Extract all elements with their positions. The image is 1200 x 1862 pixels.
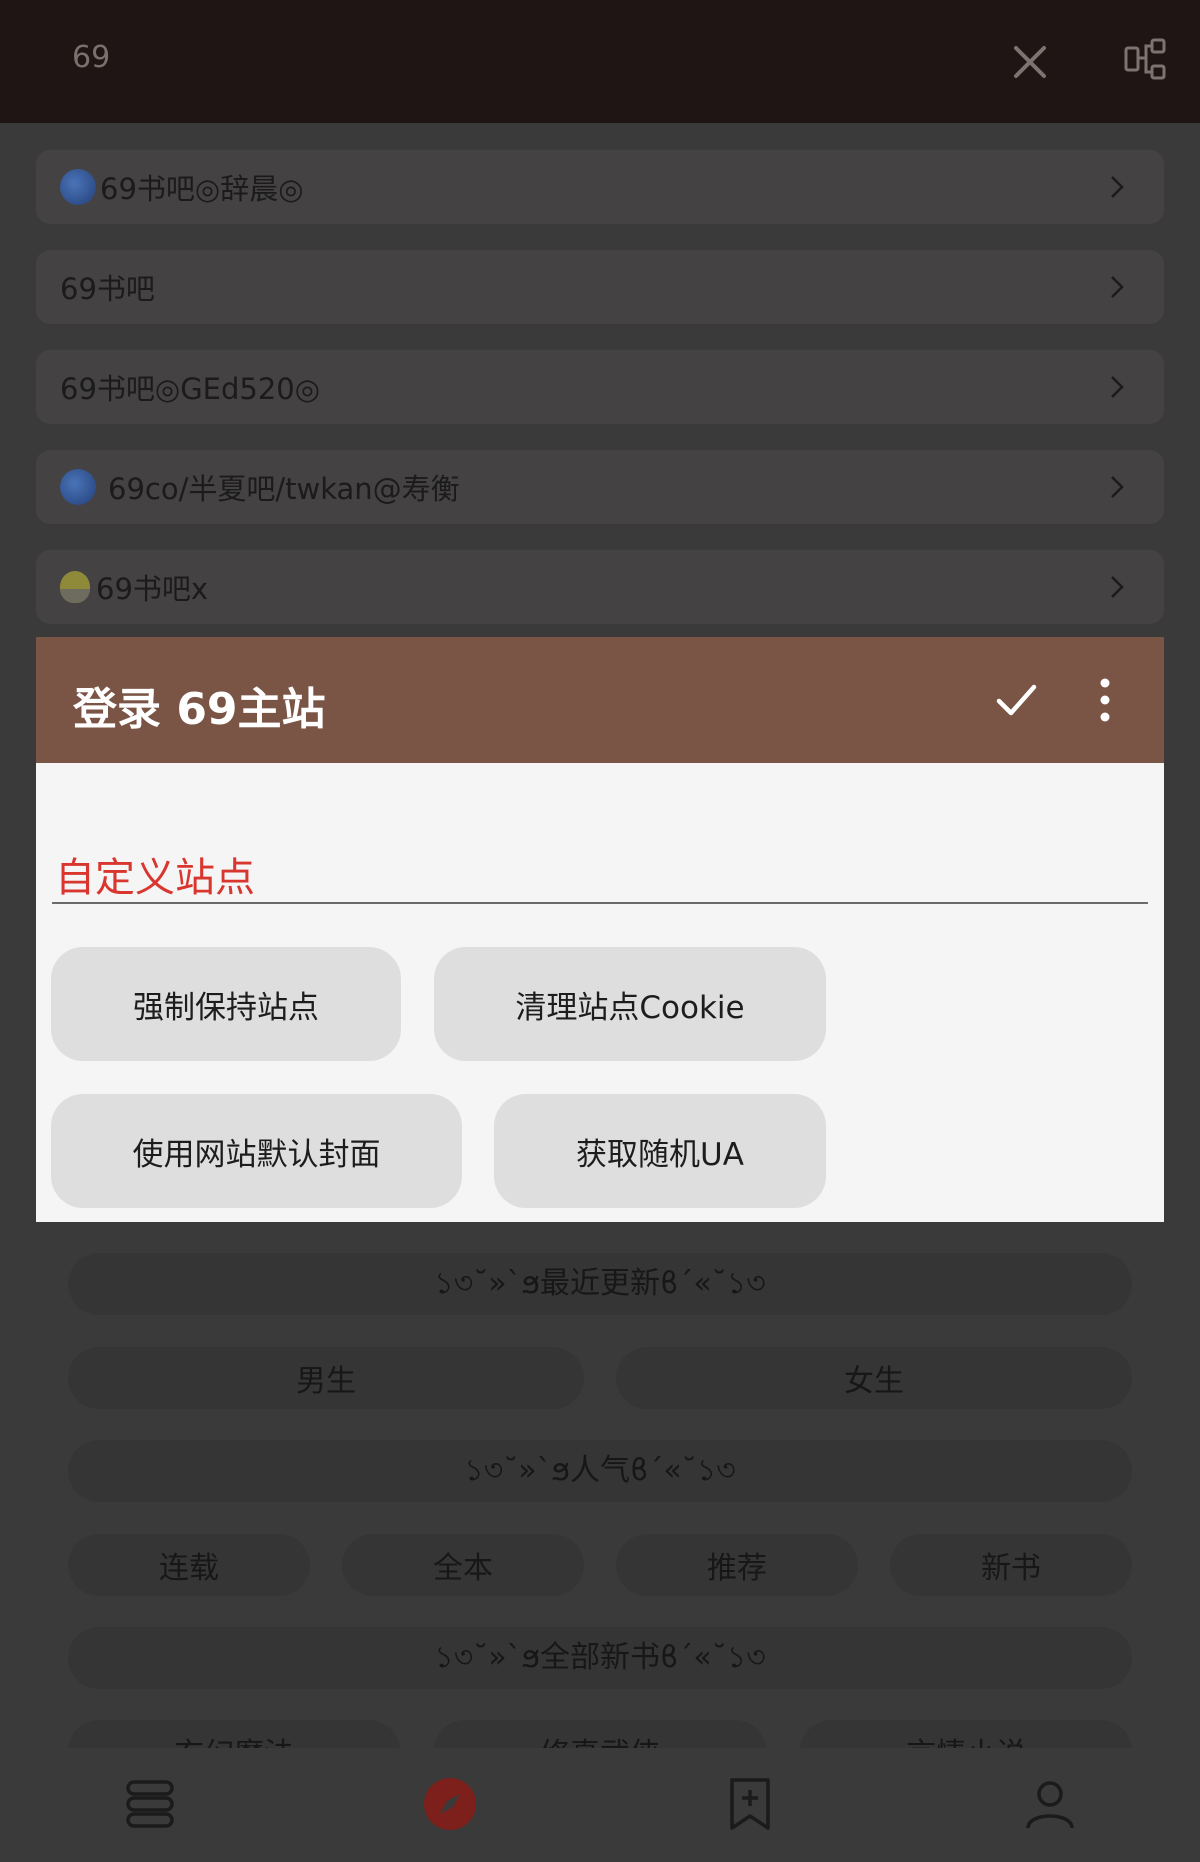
custom-site-field-underline[interactable] [52,902,1148,904]
subscription-icon[interactable] [720,1774,780,1834]
source-item-label: 69书吧x [96,572,209,606]
globe-icon [60,169,96,205]
profile-icon[interactable] [1020,1774,1080,1834]
explore-tab-recommend[interactable]: 推荐 [616,1534,858,1596]
clear-site-cookie-button[interactable]: 清理站点Cookie [434,947,826,1061]
explore-tab-new[interactable]: 新书 [890,1534,1132,1596]
chevron-right-icon [1111,576,1124,598]
explore-female-button[interactable]: 女生 [616,1347,1132,1409]
chevron-right-icon [1111,376,1124,398]
explore-popular-button[interactable]: ১৩˘»`ϧ人气ϐ´«˘১৩ [68,1440,1132,1502]
explore-tab-serial[interactable]: 连载 [68,1534,310,1596]
globe-icon [60,469,96,505]
dialog-header: 登录 69主站 [36,637,1164,763]
chevron-right-icon [1111,476,1124,498]
dialog-title: 登录 69主站 [73,684,326,735]
source-item[interactable]: 69书吧 [36,250,1164,324]
explore-recent-button[interactable]: ১৩˘»`ϧ最近更新ϐ´«˘১৩ [68,1253,1132,1315]
source-item-label: 69书吧◎辞晨◎ [100,172,304,206]
source-item-label: 69co/半夏吧/twkan@寿衡 [108,472,460,506]
chevron-right-icon [1111,276,1124,298]
check-icon[interactable] [991,675,1041,725]
explore-all-new-button[interactable]: ১৩˘»`ϧ全部新书ϐ´«˘১৩ [68,1627,1132,1689]
source-item[interactable]: 69书吧◎GEd520◎ [36,350,1164,424]
bottom-navigation [0,1748,1200,1862]
bookshelf-icon[interactable] [120,1774,180,1834]
random-ua-button[interactable]: 获取随机UA [494,1094,826,1208]
chick-icon [60,571,90,603]
explore-compass-icon[interactable] [420,1774,480,1834]
force-keep-site-button[interactable]: 强制保持站点 [51,947,401,1061]
explore-male-button[interactable]: 男生 [68,1347,584,1409]
source-item-label: 69书吧 [60,272,155,306]
tree-structure-icon[interactable] [1122,36,1170,84]
login-dialog: 登录 69主站 自定义站点 强制保持站点 清理站点Cookie 使用网站默认封面… [36,637,1164,1222]
search-toolbar: 69 [0,0,1200,123]
source-item-label: 69书吧◎GEd520◎ [60,372,321,406]
explore-tab-complete[interactable]: 全本 [342,1534,584,1596]
search-input[interactable]: 69 [72,40,110,75]
chevron-right-icon [1111,176,1124,198]
close-icon[interactable] [1006,38,1054,86]
more-vert-icon[interactable] [1092,675,1118,725]
custom-site-field-label[interactable]: 自定义站点 [55,845,255,903]
use-default-cover-button[interactable]: 使用网站默认封面 [51,1094,462,1208]
source-item[interactable]: 69书吧x [36,550,1164,624]
source-item[interactable]: 69书吧◎辞晨◎ [36,150,1164,224]
source-item[interactable]: 69co/半夏吧/twkan@寿衡 [36,450,1164,524]
